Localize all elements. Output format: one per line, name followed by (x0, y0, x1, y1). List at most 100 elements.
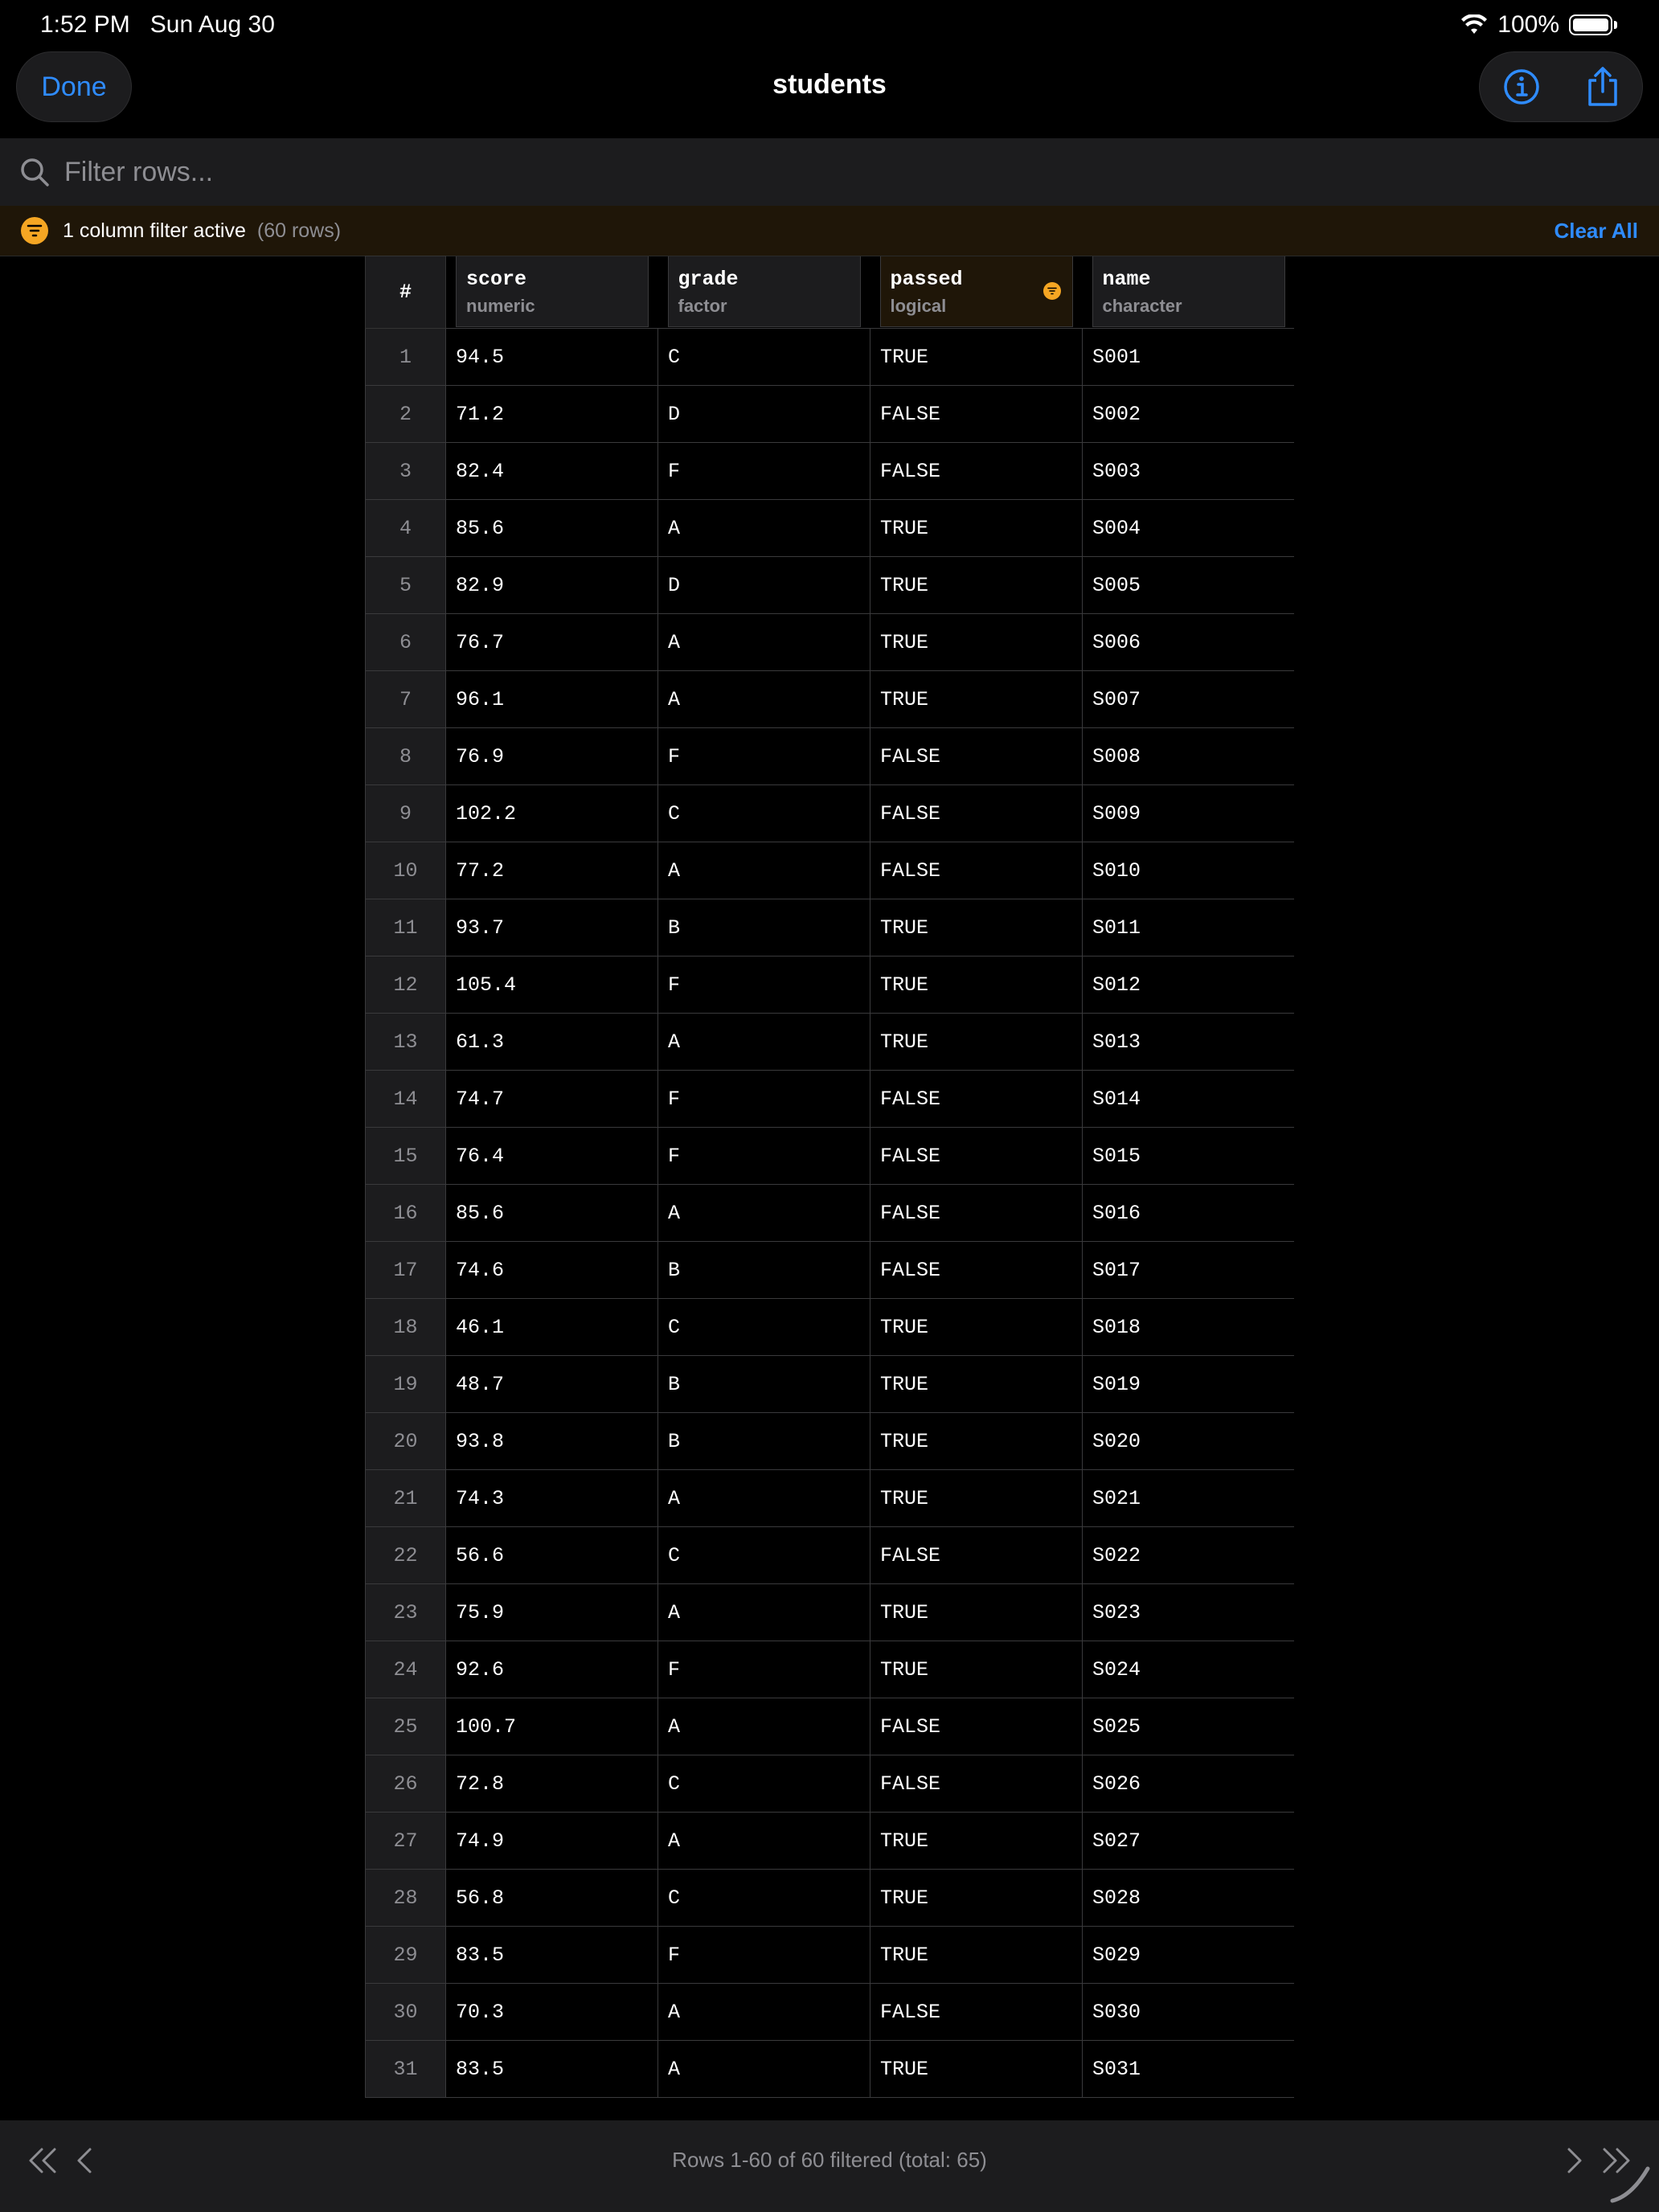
table-cell-grade: C (657, 1755, 870, 1813)
table-cell-score: 82.4 (445, 442, 658, 500)
table-row[interactable]: 1 94.5 C TRUE S001 (365, 328, 1294, 386)
table-cell-grade: A (657, 1469, 870, 1527)
table-cell-passed: FALSE (870, 385, 1083, 443)
table-row[interactable]: 6 76.7 A TRUE S006 (365, 613, 1294, 671)
table-cell-score: 56.8 (445, 1869, 658, 1927)
column-header-name[interactable]: name character (1083, 256, 1295, 329)
table-row[interactable]: 5 82.9 D TRUE S005 (365, 556, 1294, 614)
table-cell-passed: FALSE (870, 1526, 1083, 1584)
table-cell-grade: B (657, 1412, 870, 1470)
share-icon[interactable] (1585, 66, 1620, 108)
filter-status-text: 1 column filter active (63, 219, 246, 242)
table-row[interactable]: 4 85.6 A TRUE S004 (365, 499, 1294, 557)
table-row[interactable]: 16 85.6 A FALSE S016 (365, 1184, 1294, 1242)
row-number: 9 (365, 784, 446, 842)
filter-icon (21, 217, 48, 244)
table-row[interactable]: 8 76.9 F FALSE S008 (365, 727, 1294, 785)
table-cell-name: S019 (1082, 1355, 1294, 1413)
table-cell-grade: C (657, 784, 870, 842)
next-page-icon[interactable] (1564, 2144, 1585, 2177)
table-row[interactable]: 11 93.7 B TRUE S011 (365, 899, 1294, 956)
table-row[interactable]: 30 70.3 A FALSE S030 (365, 1983, 1294, 2041)
table-row[interactable]: 22 56.6 C FALSE S022 (365, 1526, 1294, 1584)
search-bar (0, 138, 1659, 206)
table-cell-passed: TRUE (870, 499, 1083, 557)
table-row[interactable]: 31 83.5 A TRUE S031 (365, 2040, 1294, 2098)
table-cell-passed: FALSE (870, 1755, 1083, 1813)
table-row[interactable]: 14 74.7 F FALSE S014 (365, 1070, 1294, 1128)
row-number: 3 (365, 442, 446, 500)
rownum-header: # (365, 256, 446, 329)
table-cell-name: S024 (1082, 1641, 1294, 1698)
table-cell-grade: C (657, 328, 870, 386)
table-cell-score: 100.7 (445, 1698, 658, 1755)
row-number: 25 (365, 1698, 446, 1755)
row-number: 15 (365, 1127, 446, 1185)
table-cell-passed: FALSE (870, 442, 1083, 500)
row-number: 30 (365, 1983, 446, 2041)
table-row[interactable]: 18 46.1 C TRUE S018 (365, 1298, 1294, 1356)
resize-handle-icon[interactable] (1608, 2161, 1653, 2206)
table-row[interactable]: 27 74.9 A TRUE S027 (365, 1812, 1294, 1870)
table-row[interactable]: 17 74.6 B FALSE S017 (365, 1241, 1294, 1299)
table-cell-passed: TRUE (870, 613, 1083, 671)
table-row[interactable]: 23 75.9 A TRUE S023 (365, 1583, 1294, 1641)
table-cell-score: 70.3 (445, 1983, 658, 2041)
info-icon[interactable] (1502, 68, 1541, 106)
table-cell-name: S008 (1082, 727, 1294, 785)
table-cell-score: 92.6 (445, 1641, 658, 1698)
column-header-grade[interactable]: grade factor (658, 256, 870, 329)
time-label: 1:52 PM (40, 11, 130, 38)
row-number: 14 (365, 1070, 446, 1128)
table-cell-grade: A (657, 842, 870, 899)
battery-tip (1614, 21, 1617, 29)
table-cell-name: S003 (1082, 442, 1294, 500)
table-row[interactable]: 29 83.5 F TRUE S029 (365, 1926, 1294, 1984)
table-cell-name: S029 (1082, 1926, 1294, 1984)
row-number: 19 (365, 1355, 446, 1413)
filter-rows-input[interactable] (63, 155, 1659, 189)
table-row[interactable]: 12 105.4 F TRUE S012 (365, 956, 1294, 1014)
table-cell-grade: C (657, 1526, 870, 1584)
table-row[interactable]: 21 74.3 A TRUE S021 (365, 1469, 1294, 1527)
table-cell-passed: TRUE (870, 2040, 1083, 2098)
table-cell-grade: C (657, 1869, 870, 1927)
column-header-score[interactable]: score numeric (446, 256, 658, 329)
table-cell-name: S013 (1082, 1013, 1294, 1071)
row-number: 21 (365, 1469, 446, 1527)
table-cell-grade: F (657, 442, 870, 500)
row-number: 27 (365, 1812, 446, 1870)
table-row[interactable]: 3 82.4 F FALSE S003 (365, 442, 1294, 500)
column-type: factor (678, 295, 727, 316)
filter-banner: 1 column filter active (60 rows) Clear A… (0, 206, 1659, 256)
table-cell-passed: TRUE (870, 556, 1083, 614)
table-cell-passed: TRUE (870, 1412, 1083, 1470)
navigation-bar: Done students (0, 51, 1659, 138)
table-row[interactable]: 26 72.8 C FALSE S026 (365, 1755, 1294, 1813)
table-row[interactable]: 7 96.1 A TRUE S007 (365, 670, 1294, 728)
table-row[interactable]: 25 100.7 A FALSE S025 (365, 1698, 1294, 1755)
table-cell-grade: A (657, 1184, 870, 1242)
row-number: 20 (365, 1412, 446, 1470)
table-row[interactable]: 28 56.8 C TRUE S028 (365, 1869, 1294, 1927)
data-table-container[interactable]: # score numeric grade factor passed logi… (365, 256, 1294, 2120)
search-icon (21, 158, 49, 186)
table-cell-passed: TRUE (870, 328, 1083, 386)
table-row[interactable]: 15 76.4 F FALSE S015 (365, 1127, 1294, 1185)
table-row[interactable]: 9 102.2 C FALSE S009 (365, 784, 1294, 842)
column-header-passed[interactable]: passed logical (870, 256, 1083, 329)
table-row[interactable]: 19 48.7 B TRUE S019 (365, 1355, 1294, 1413)
table-row[interactable]: 13 61.3 A TRUE S013 (365, 1013, 1294, 1071)
table-cell-name: S004 (1082, 499, 1294, 557)
table-cell-passed: FALSE (870, 1070, 1083, 1128)
table-row[interactable]: 2 71.2 D FALSE S002 (365, 385, 1294, 443)
table-cell-passed: FALSE (870, 1127, 1083, 1185)
table-cell-name: S020 (1082, 1412, 1294, 1470)
table-row[interactable]: 20 93.8 B TRUE S020 (365, 1412, 1294, 1470)
table-row[interactable]: 10 77.2 A FALSE S010 (365, 842, 1294, 899)
table-cell-score: 46.1 (445, 1298, 658, 1356)
table-cell-passed: FALSE (870, 1698, 1083, 1755)
table-row[interactable]: 24 92.6 F TRUE S024 (365, 1641, 1294, 1698)
clear-all-button[interactable]: Clear All (1554, 219, 1638, 244)
row-number: 13 (365, 1013, 446, 1071)
